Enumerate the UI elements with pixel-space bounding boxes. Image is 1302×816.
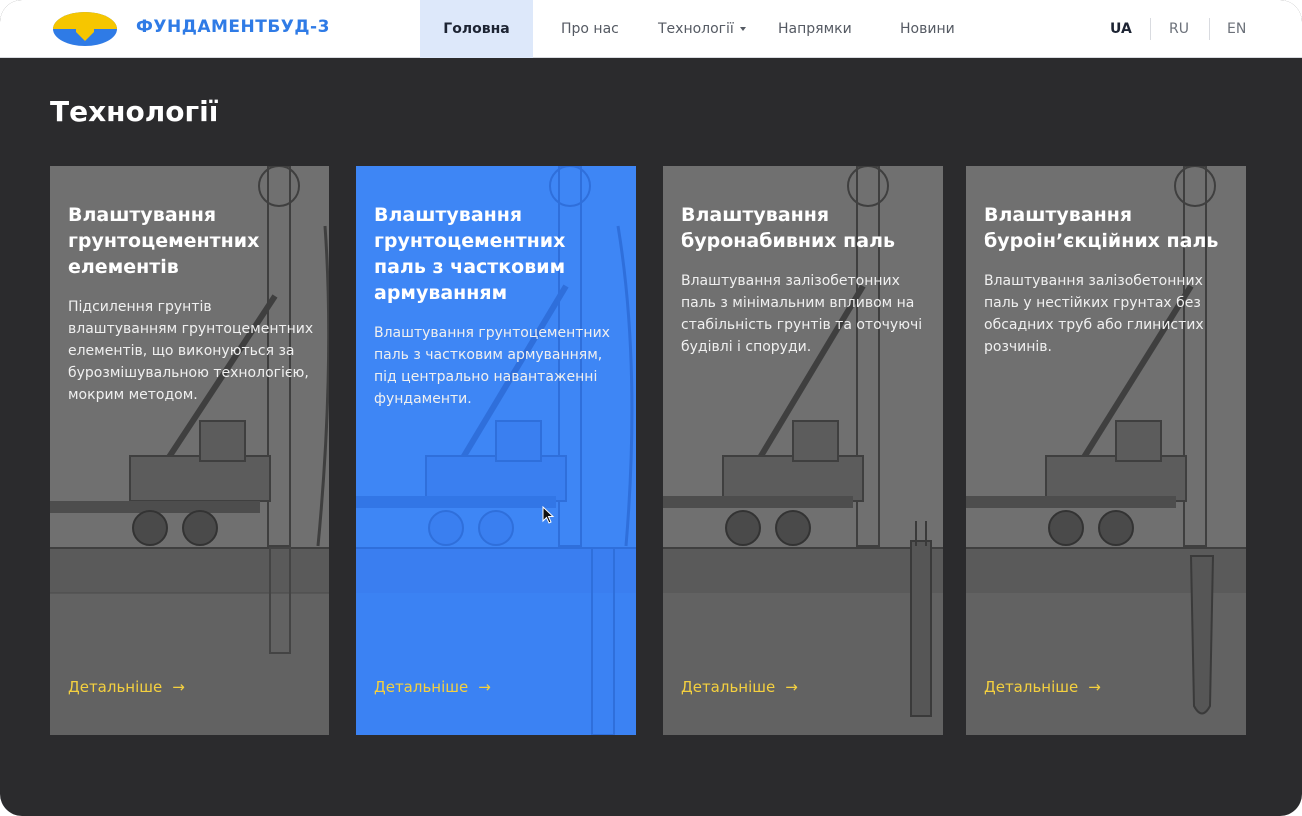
details-link[interactable]: Детальніше → [984, 678, 1101, 696]
nav-news[interactable]: Новини [900, 0, 955, 58]
nav-technologies[interactable]: Технології [658, 0, 746, 58]
arrow-right-icon: → [172, 678, 185, 696]
page: ФУНДАМЕНТБУД-3 Головна Про нас Технологі… [0, 0, 1302, 816]
divider [1209, 18, 1210, 40]
details-link-label: Детальніше [681, 678, 776, 696]
divider [1150, 18, 1151, 40]
nav-technologies-label: Технології [658, 21, 734, 37]
technology-card-highlighted[interactable]: Влаштування грунтоцементних паль з частк… [356, 166, 636, 735]
card-title: Влаштування буронабивних паль [681, 204, 896, 252]
card-description: Влаштування залізобетонних паль з мініма… [681, 273, 923, 355]
site-header: ФУНДАМЕНТБУД-3 Головна Про нас Технологі… [0, 0, 1302, 58]
card-description: Влаштування залізобетонних паль у нестій… [984, 273, 1204, 355]
details-link-label: Детальніше [374, 678, 469, 696]
chevron-down-icon [739, 27, 746, 31]
technology-card[interactable]: Влаштування буронабивних паль Влаштуванн… [663, 166, 943, 735]
nav-directions[interactable]: Напрямки [778, 0, 852, 58]
technology-card[interactable]: Влаштування грунтоцементних елементів Пі… [50, 166, 329, 735]
card-title: Влаштування грунтоцементних паль з частк… [374, 204, 566, 304]
arrow-right-icon: → [785, 678, 798, 696]
lang-ru[interactable]: RU [1169, 0, 1189, 58]
lang-ua[interactable]: UA [1110, 0, 1132, 58]
card-description: Підсилення грунтів влаштуванням грунтоце… [68, 299, 314, 403]
details-link[interactable]: Детальніше → [681, 678, 798, 696]
details-link-label: Детальніше [984, 678, 1079, 696]
brand-name[interactable]: ФУНДАМЕНТБУД-3 [136, 17, 330, 37]
details-link[interactable]: Детальніше → [68, 678, 185, 696]
mouse-cursor-icon [542, 506, 555, 524]
arrow-right-icon: → [478, 678, 491, 696]
nav-about[interactable]: Про нас [561, 0, 619, 58]
card-title: Влаштування буроін’єкційних паль [984, 204, 1219, 252]
card-description: Влаштування грунтоцементних паль з частк… [374, 325, 610, 407]
lang-en[interactable]: EN [1227, 0, 1246, 58]
technology-card[interactable]: Влаштування буроін’єкційних паль Влаштув… [966, 166, 1246, 735]
details-link-label: Детальніше [68, 678, 163, 696]
logo-icon[interactable] [52, 11, 118, 47]
details-link[interactable]: Детальніше → [374, 678, 491, 696]
section-title: Технології [50, 95, 219, 128]
arrow-right-icon: → [1088, 678, 1101, 696]
nav-home[interactable]: Головна [420, 0, 533, 58]
card-title: Влаштування грунтоцементних елементів [68, 204, 260, 278]
